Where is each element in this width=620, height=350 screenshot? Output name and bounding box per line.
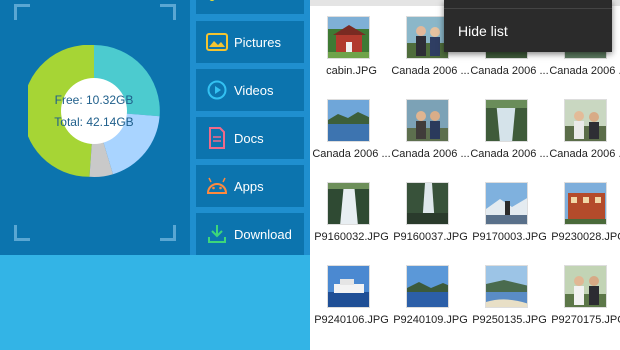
file-name: Canada 2006 ... — [470, 65, 549, 77]
file-name: Canada 2006 ... — [312, 148, 391, 160]
file-tile[interactable]: P9160032.JPG — [312, 182, 391, 262]
hide-list-menu-item[interactable]: Hide list — [458, 23, 508, 39]
category-item-download[interactable]: Download — [196, 213, 304, 255]
popup-divider — [444, 8, 612, 9]
storage-summary: Free: 10.32GB Total: 42.14GB — [28, 45, 160, 177]
file-name: P9240109.JPG — [393, 314, 468, 326]
waterfall-photo-thumbnail — [327, 182, 370, 225]
file-name: Canada 2006 ... — [391, 65, 470, 77]
coast-photo-thumbnail — [485, 265, 528, 308]
ferry-photo-thumbnail — [327, 265, 370, 308]
file-tile[interactable]: Canada 2006 ... — [470, 99, 549, 179]
category-label-videos: Videos — [234, 82, 274, 98]
file-name: Canada 2006 ... — [549, 65, 620, 77]
total-space-label: Total: 42.14GB — [54, 115, 134, 129]
category-item-apps[interactable]: Apps — [196, 165, 304, 207]
file-tile[interactable]: P9170003.JPG — [470, 182, 549, 262]
category-item-music[interactable] — [196, 0, 304, 14]
file-name: P9250135.JPG — [472, 314, 547, 326]
lake-photo-thumbnail — [327, 99, 370, 142]
file-tile[interactable]: P9240109.JPG — [391, 265, 470, 345]
image-icon — [206, 31, 228, 53]
overflow-popup-menu: Hide list — [444, 0, 612, 52]
file-tile[interactable]: P9270175.JPG — [549, 265, 620, 345]
category-item-pictures[interactable]: Pictures — [196, 21, 304, 63]
people-photo-thumbnail — [406, 16, 449, 59]
waterfall-photo-thumbnail — [406, 182, 449, 225]
category-label-download: Download — [234, 226, 292, 242]
file-name: P9160037.JPG — [393, 231, 468, 243]
category-label-docs: Docs — [234, 130, 264, 146]
left-pane: Free: 10.32GB Total: 42.14GB Pictures Vi… — [0, 0, 310, 350]
lake-photo-thumbnail — [406, 265, 449, 308]
music-icon — [206, 0, 228, 4]
category-label-apps: Apps — [234, 178, 264, 194]
file-name: P9160032.JPG — [314, 231, 389, 243]
people-photo-thumbnail — [564, 99, 607, 142]
document-icon — [206, 127, 228, 149]
river-photo-thumbnail — [485, 99, 528, 142]
people-photo-thumbnail — [564, 265, 607, 308]
category-item-docs[interactable]: Docs — [196, 117, 304, 159]
file-tile[interactable]: P9160037.JPG — [391, 182, 470, 262]
play-icon — [206, 79, 228, 101]
file-name: P9270175.JPG — [551, 314, 620, 326]
file-name: P9230028.JPG — [551, 231, 620, 243]
file-tile[interactable]: cabin.JPG — [312, 16, 391, 96]
file-tile[interactable]: Canada 2006 ... — [312, 99, 391, 179]
frame-corner-top-left — [14, 4, 30, 20]
file-name: Canada 2006 ... — [391, 148, 470, 160]
file-name: cabin.JPG — [326, 65, 377, 77]
frame-corner-top-right — [160, 4, 176, 20]
file-name: P9240106.JPG — [314, 314, 389, 326]
file-name: Canada 2006 ... — [470, 148, 549, 160]
free-space-label: Free: 10.32GB — [54, 93, 134, 107]
file-tile[interactable]: P9240106.JPG — [312, 265, 391, 345]
android-icon — [206, 175, 228, 197]
category-item-videos[interactable]: Videos — [196, 69, 304, 111]
person-mountain-photo-thumbnail — [485, 182, 528, 225]
file-tile[interactable]: Canada 2006 ... — [391, 99, 470, 179]
category-menu: Pictures Videos Docs Apps Download — [190, 0, 310, 255]
download-icon — [206, 223, 228, 245]
storage-card[interactable]: Free: 10.32GB Total: 42.14GB — [0, 0, 190, 255]
frame-corner-bottom-right — [160, 225, 176, 241]
file-tile[interactable]: Canada 2006 ... — [549, 99, 620, 179]
file-tile[interactable]: P9250135.JPG — [470, 265, 549, 345]
category-label-pictures: Pictures — [234, 34, 281, 50]
people-photo-thumbnail — [406, 99, 449, 142]
building-photo-thumbnail — [564, 182, 607, 225]
file-grid-pane: cabin.JPG Canada 2006 ... Canada 2006 ..… — [310, 0, 620, 350]
cabin-photo-thumbnail — [327, 16, 370, 59]
file-name: Canada 2006 ... — [549, 148, 620, 160]
file-tile[interactable]: P9230028.JPG — [549, 182, 620, 262]
frame-corner-bottom-left — [14, 225, 30, 241]
file-name: P9170003.JPG — [472, 231, 547, 243]
